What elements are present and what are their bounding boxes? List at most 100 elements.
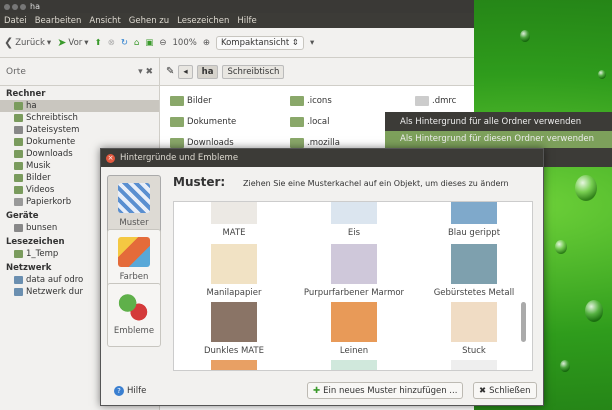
folder-icon xyxy=(170,117,184,127)
pattern-label: Stuck xyxy=(462,346,486,356)
ctx-use-for-this-folder[interactable]: Als Hintergrund für diesen Ordner verwen… xyxy=(385,131,612,148)
music-folder-icon xyxy=(14,162,23,170)
sidebar-item-ha[interactable]: ha xyxy=(0,100,159,112)
file-item-mozilla[interactable]: .mozilla xyxy=(290,138,340,148)
pattern-tile-blau-gerippt[interactable] xyxy=(451,202,497,224)
file-item-dokumente[interactable]: Dokumente xyxy=(170,117,236,127)
water-drop xyxy=(555,240,567,254)
pattern-tile-partial[interactable] xyxy=(211,360,257,370)
forward-button[interactable]: ➤ Vor ▾ xyxy=(57,36,88,49)
color-palette-icon xyxy=(118,237,150,267)
pattern-tile-mate[interactable] xyxy=(211,202,257,224)
view-mode-select[interactable]: Kompaktansicht ⇕ xyxy=(215,35,305,50)
pattern-tile-dunkles-mate[interactable] xyxy=(211,302,257,342)
pattern-tile-stuck[interactable] xyxy=(451,302,497,342)
water-drop xyxy=(520,30,530,42)
emblem-icon xyxy=(118,291,150,321)
menu-gehen-zu[interactable]: Gehen zu xyxy=(129,16,169,26)
computer-icon[interactable]: ▣ xyxy=(145,38,153,48)
pictures-folder-icon xyxy=(14,174,23,182)
folder-icon xyxy=(290,117,304,127)
zoom-in-button[interactable]: ⊕ xyxy=(203,38,210,48)
close-dialog-button[interactable]: ✖ Schließen xyxy=(473,382,537,399)
sidebar-item-dokumente[interactable]: Dokumente xyxy=(0,136,159,148)
videos-folder-icon xyxy=(14,186,23,194)
file-item-bilder[interactable]: Bilder xyxy=(170,96,212,106)
sidebar-item-schreibtisch[interactable]: Schreibtisch xyxy=(0,112,159,124)
forward-arrow-icon: ➤ xyxy=(57,36,67,49)
backgrounds-emblems-dialog: × Hintergründe und Embleme Muster Farben… xyxy=(100,148,544,406)
pattern-tile-manilapapier[interactable] xyxy=(211,244,257,284)
folder-icon xyxy=(14,250,23,258)
folder-icon xyxy=(290,96,304,106)
toolbar: ❮ Zurück ▾ ➤ Vor ▾ ⬆ ⊗ ↻ ⌂ ▣ ⊖ 100% ⊕ Komp… xyxy=(0,28,474,58)
network-icon xyxy=(14,288,23,296)
pattern-label: Blau gerippt xyxy=(447,228,501,238)
file-item-downloads[interactable]: Downloads xyxy=(170,138,234,148)
sidebar-title: Orte xyxy=(6,66,26,77)
file-item-icons[interactable]: .icons xyxy=(290,96,332,106)
file-item-local[interactable]: .local xyxy=(290,117,330,127)
crumb-schreibtisch[interactable]: Schreibtisch xyxy=(222,64,285,79)
text-file-icon xyxy=(415,96,429,106)
window-controls[interactable] xyxy=(4,3,26,10)
pattern-tile-eis[interactable] xyxy=(331,202,377,224)
home-icon[interactable]: ⌂ xyxy=(134,38,139,48)
help-button[interactable]: ? Hilfe xyxy=(109,382,151,399)
pattern-label: Gebürstetes Metall xyxy=(433,288,515,298)
back-arrow-icon: ❮ xyxy=(4,36,14,49)
water-drop xyxy=(598,70,606,79)
sidebar-item-dateisystem[interactable]: Dateisystem xyxy=(0,124,159,136)
pattern-label: Manilapapier xyxy=(206,288,262,298)
pattern-label: Leinen xyxy=(339,346,369,356)
pattern-label: Eis xyxy=(347,228,361,238)
close-icon[interactable]: × xyxy=(106,153,115,163)
water-drop xyxy=(585,300,603,322)
pencil-icon[interactable]: ✎ xyxy=(166,66,174,77)
pattern-label: Dunkles MATE xyxy=(203,346,264,356)
reload-icon[interactable]: ↻ xyxy=(121,38,128,48)
pattern-tile-partial[interactable] xyxy=(451,360,497,370)
file-item-dmrc[interactable]: .dmrc xyxy=(415,96,456,106)
pattern-icon xyxy=(118,183,150,213)
menu-ansicht[interactable]: Ansicht xyxy=(89,16,120,26)
back-button[interactable]: ❮ Zurück ▾ xyxy=(4,36,51,49)
pattern-grid: MATE Eis Blau gerippt Manilapapier Purpu… xyxy=(173,201,533,371)
water-drop xyxy=(560,360,570,372)
add-icon: ✚ xyxy=(313,385,321,396)
sidebar-controls[interactable]: ▾ ✖ xyxy=(138,67,153,77)
view-options-chevron-icon[interactable]: ▾ xyxy=(310,38,314,48)
zoom-level: 100% xyxy=(172,37,197,48)
folder-icon xyxy=(290,138,304,148)
home-folder-icon xyxy=(14,102,23,110)
menu-hilfe[interactable]: Hilfe xyxy=(237,16,256,26)
folder-icon xyxy=(170,96,184,106)
documents-folder-icon xyxy=(14,138,23,146)
pattern-description: Ziehen Sie eine Musterkachel auf ein Obj… xyxy=(243,179,509,188)
pattern-tile-leinen[interactable] xyxy=(331,302,377,342)
drive-icon xyxy=(14,126,23,134)
sidebar-header: Orte ▾ ✖ xyxy=(0,58,159,86)
menu-bearbeiten[interactable]: Bearbeiten xyxy=(35,16,82,26)
water-drop xyxy=(575,175,597,201)
menubar: Datei Bearbeiten Ansicht Gehen zu Leseze… xyxy=(0,13,474,28)
dialog-footer: ? Hilfe ✚ Ein neues Muster hinzufügen ..… xyxy=(101,375,543,405)
trash-icon xyxy=(14,198,23,206)
pattern-tile-partial[interactable] xyxy=(331,360,377,370)
path-back-button[interactable]: ◂ xyxy=(178,64,193,79)
add-pattern-button[interactable]: ✚ Ein neues Muster hinzufügen ... xyxy=(307,382,464,399)
pattern-tile-gebuerstetes-metall[interactable] xyxy=(451,244,497,284)
drive-icon xyxy=(14,224,23,232)
ctx-use-for-all-folders[interactable]: Als Hintergrund für alle Ordner verwende… xyxy=(385,114,612,131)
zoom-out-button[interactable]: ⊖ xyxy=(159,38,166,48)
menu-datei[interactable]: Datei xyxy=(4,16,27,26)
desktop-icon xyxy=(14,114,23,122)
sidebar-section-rechner: Rechner xyxy=(6,89,46,99)
category-embleme[interactable]: Embleme xyxy=(107,283,161,347)
up-arrow-icon[interactable]: ⬆ xyxy=(95,38,102,48)
pattern-grid-scrollbar[interactable] xyxy=(521,302,526,342)
pattern-tile-purpur-marmor[interactable] xyxy=(331,244,377,284)
stop-icon[interactable]: ⊗ xyxy=(108,38,115,48)
menu-lesezeichen[interactable]: Lesezeichen xyxy=(177,16,229,26)
crumb-ha[interactable]: ha xyxy=(196,64,219,79)
